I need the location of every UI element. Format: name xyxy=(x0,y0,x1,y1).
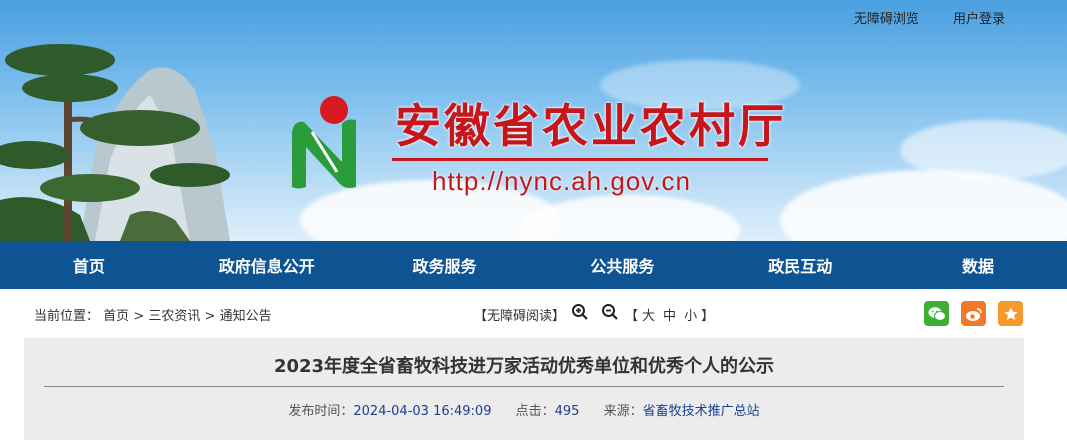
nav-item-public-service[interactable]: 公共服务 xyxy=(552,253,692,277)
breadcrumb-separator: > xyxy=(133,309,145,324)
publish-time-label: 发布时间： xyxy=(288,404,354,419)
breadcrumb-label: 当前位置： xyxy=(34,309,100,324)
title-divider xyxy=(44,386,1004,387)
weibo-icon[interactable] xyxy=(961,301,986,326)
nav-item-services[interactable]: 政务服务 xyxy=(375,253,515,277)
n-logo-icon xyxy=(292,96,356,189)
article-title: 2023年度全省畜牧科技进万家活动优秀单位和优秀个人的公示 xyxy=(273,356,775,377)
nav-item-interaction[interactable]: 政民互动 xyxy=(730,253,870,277)
breadcrumb-news[interactable]: 三农资讯 xyxy=(148,309,200,324)
breadcrumb-home[interactable]: 首页 xyxy=(103,309,129,324)
publish-time-value: 2024-04-03 16:49:09 xyxy=(353,404,492,419)
zoom-out-icon[interactable] xyxy=(601,303,619,325)
nav-item-data[interactable]: 数据 xyxy=(908,253,1048,277)
breadcrumb-separator: > xyxy=(204,309,216,324)
nav-item-gov-info[interactable]: 政府信息公开 xyxy=(197,253,337,277)
favorite-icon[interactable] xyxy=(998,301,1023,326)
user-login-link[interactable]: 用户登录 xyxy=(953,12,1005,27)
nav-item-home[interactable]: 首页 xyxy=(19,253,159,277)
font-size-bracket-open: 【 xyxy=(625,308,639,324)
title-underline xyxy=(392,158,768,161)
font-size-small[interactable]: 小 xyxy=(684,305,697,324)
font-size-bracket-close: 】 xyxy=(701,308,715,324)
site-banner: 无障碍浏览 用户登录 安徽省农业农村厅 http://nync.ah.gov.c… xyxy=(0,0,1067,241)
accessible-browse-link[interactable]: 无障碍浏览 xyxy=(854,12,919,27)
cloud xyxy=(520,195,740,241)
font-size-large[interactable]: 大 xyxy=(642,305,655,324)
reading-tools: 【无障碍阅读】 【 大 中 小 】 xyxy=(474,303,714,325)
clicks-label: 点击： xyxy=(515,404,555,419)
cloud xyxy=(900,120,1067,180)
site-url: http://nync.ah.gov.cn xyxy=(432,166,691,196)
cloud xyxy=(780,170,1067,241)
breadcrumb-notices[interactable]: 通知公告 xyxy=(220,309,272,324)
zoom-in-icon[interactable] xyxy=(571,303,589,325)
article-header: 2023年度全省畜牧科技进万家活动优秀单位和优秀个人的公示 发布时间：2024-… xyxy=(24,338,1024,440)
main-nav: 首页 政府信息公开 政务服务 公共服务 政民互动 数据 xyxy=(0,241,1067,289)
source-value: 省畜牧技术推广总站 xyxy=(642,404,760,419)
pine-tree-illustration xyxy=(0,44,230,241)
source-label: 来源： xyxy=(603,404,643,419)
top-links: 无障碍浏览 用户登录 xyxy=(824,8,1005,27)
wechat-icon[interactable] xyxy=(924,301,949,326)
clicks-value: 495 xyxy=(554,404,580,419)
breadcrumb: 当前位置： 首页 > 三农资讯 > 通知公告 xyxy=(34,305,272,324)
accessible-read-button[interactable]: 【无障碍阅读】 xyxy=(474,305,565,324)
article-meta: 发布时间：2024-04-03 16:49:09 点击：495 来源：省畜牧技术… xyxy=(24,400,1024,419)
site-title: 安徽省农业农村厅 xyxy=(395,99,787,153)
font-size-medium[interactable]: 中 xyxy=(663,305,676,324)
